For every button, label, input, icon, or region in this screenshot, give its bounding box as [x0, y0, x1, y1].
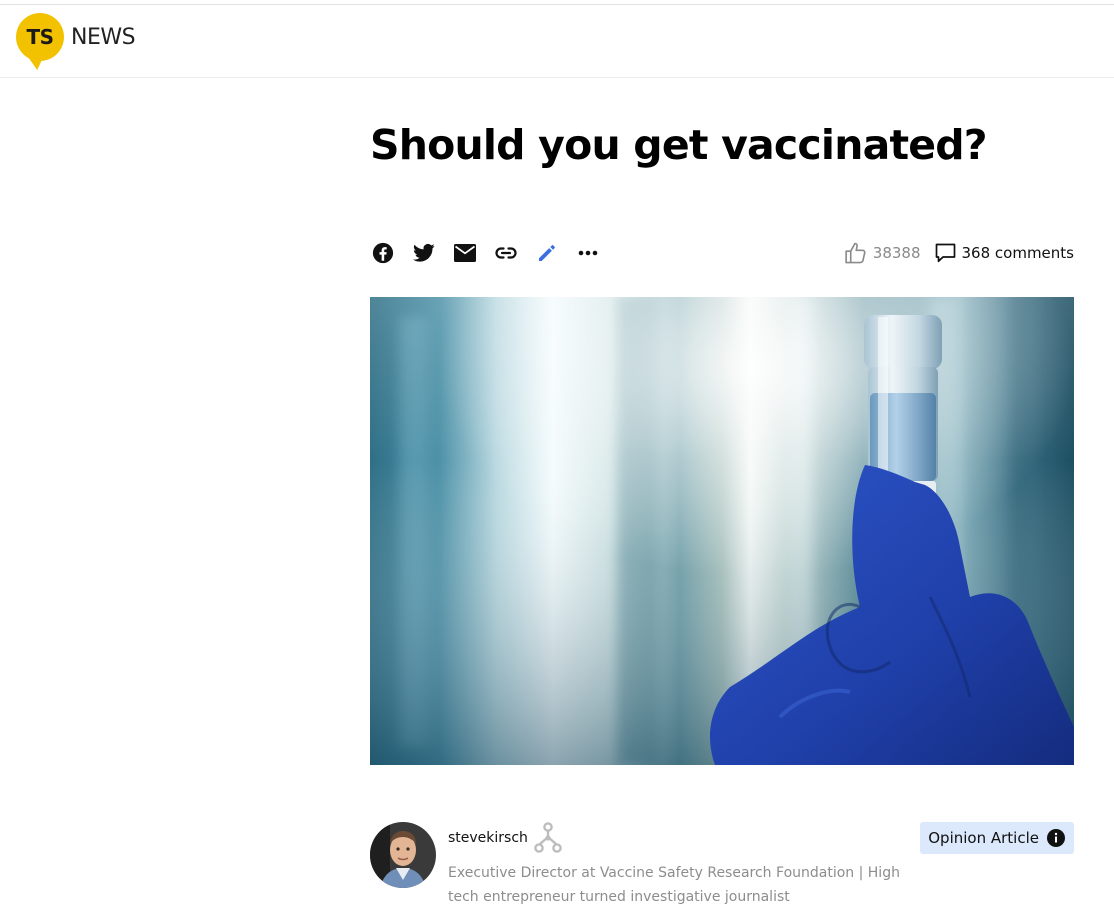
site-logo[interactable]: TS NEWS [16, 13, 136, 61]
thumbs-up-icon [845, 242, 866, 264]
like-count: 38388 [872, 244, 921, 262]
comment-bubble-icon [935, 243, 955, 263]
logo-bubble-icon: TS [16, 13, 64, 61]
site-header: TS NEWS [0, 5, 1114, 78]
opinion-article-badge[interactable]: Opinion Article [920, 822, 1074, 854]
author-bio: Executive Director at Vaccine Safety Res… [448, 865, 900, 905]
email-icon[interactable] [452, 240, 478, 266]
more-dots-icon[interactable] [575, 240, 601, 266]
facebook-icon[interactable] [370, 240, 396, 266]
author-card: stevekirsch Executive Director at Vaccin… [370, 821, 1074, 905]
hero-image [370, 297, 1074, 765]
logo-mark: TS [26, 25, 54, 49]
author-name[interactable]: stevekirsch [448, 830, 528, 846]
article-stats: 38388 368 comments [844, 240, 1074, 266]
share-toolbar [370, 240, 616, 266]
comments-link[interactable]: 368 comments [935, 243, 1074, 263]
author-avatar[interactable] [370, 822, 436, 888]
article-title: Should you get vaccinated? [370, 121, 988, 169]
logo-word: NEWS [71, 24, 136, 50]
info-icon [1047, 829, 1065, 847]
edit-pencil-icon[interactable] [534, 240, 560, 266]
opinion-article-label: Opinion Article [928, 829, 1039, 847]
twitter-icon[interactable] [411, 240, 437, 266]
like-button[interactable]: 38388 [844, 242, 921, 264]
link-icon[interactable] [493, 240, 519, 266]
comments-count: 368 comments [961, 244, 1074, 262]
medal-badge-icon [531, 821, 565, 855]
